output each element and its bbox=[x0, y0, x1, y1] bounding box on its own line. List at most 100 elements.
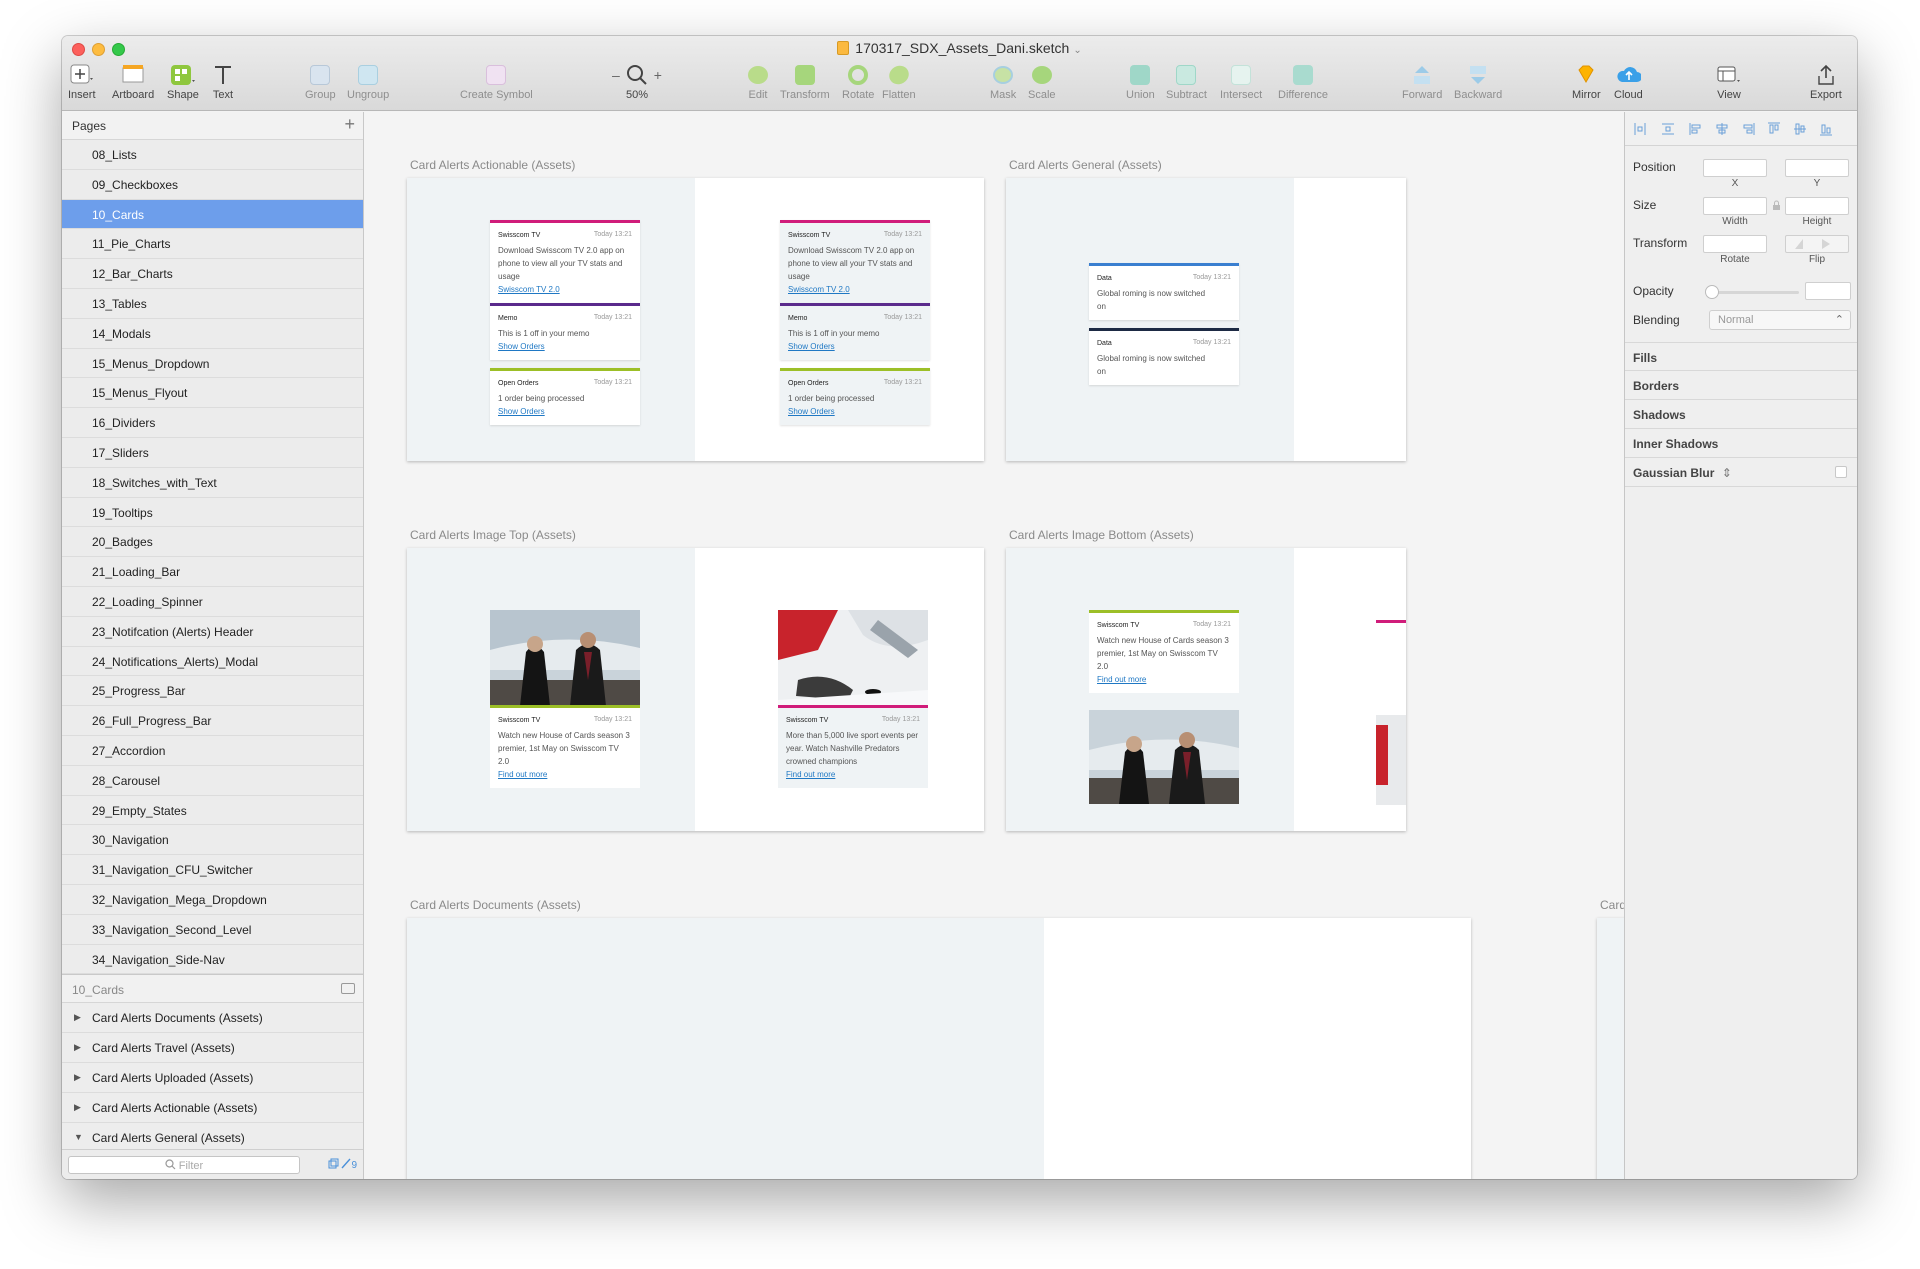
document-title[interactable]: 170317_SDX_Assets_Dani.sketch ⌄ bbox=[62, 40, 1857, 56]
artboard-title-image-bottom[interactable]: Card Alerts Image Bottom (Assets) bbox=[1009, 528, 1194, 542]
card-open-orders-alt[interactable]: Open Orders Today 13:21 1 order being pro… bbox=[780, 368, 930, 425]
card-memo-alt[interactable]: Memo Today 13:21 This is 1 off in your me… bbox=[780, 303, 930, 360]
card-link[interactable]: Show Orders bbox=[788, 405, 922, 418]
stepper-icon[interactable]: ⇕ bbox=[1722, 466, 1732, 480]
card-link[interactable]: Find out more bbox=[786, 768, 920, 781]
page-item[interactable]: 32_Navigation_Mega_Dropdown bbox=[62, 884, 363, 915]
difference-button[interactable]: Difference bbox=[1278, 63, 1328, 101]
disclosure-triangle-icon[interactable]: ▼ bbox=[74, 1132, 83, 1142]
artboard-image-top[interactable]: Swisscom TV Today 13:21 Watch new House o… bbox=[407, 548, 984, 831]
page-item[interactable]: 18_Switches_with_Text bbox=[62, 467, 363, 498]
page-item[interactable]: 11_Pie_Charts bbox=[62, 229, 363, 260]
mirror-button[interactable]: Mirror bbox=[1572, 63, 1601, 101]
card-data-dark[interactable]: Data Today 13:21 Global roming is now swi… bbox=[1089, 328, 1239, 385]
card-house-of-cards[interactable]: Swisscom TV Today 13:21 Watch new House o… bbox=[490, 705, 640, 788]
flatten-button[interactable]: Flatten bbox=[882, 62, 916, 101]
page-item[interactable]: 17_Sliders bbox=[62, 437, 363, 468]
artboard-general[interactable]: Data Today 13:21 Global roming is now swi… bbox=[1006, 178, 1406, 461]
page-item[interactable]: 23_Notifcation (Alerts) Header bbox=[62, 616, 363, 647]
filter-options[interactable]: 9 bbox=[328, 1158, 357, 1171]
disclosure-triangle-icon[interactable]: ▶ bbox=[74, 1072, 81, 1083]
union-button[interactable]: Union bbox=[1126, 63, 1155, 101]
page-item[interactable]: 34_Navigation_Side-Nav bbox=[62, 944, 363, 975]
canvas[interactable]: Card Alerts Actionable (Assets) Swisscom… bbox=[364, 112, 1624, 1179]
distribute-horizontal-icon[interactable] bbox=[1633, 122, 1647, 136]
align-center-icon[interactable] bbox=[1715, 122, 1729, 136]
flip-horizontal-icon[interactable] bbox=[1788, 236, 1818, 252]
insert-button[interactable]: Insert bbox=[68, 63, 96, 101]
page-item[interactable]: 21_Loading_Bar bbox=[62, 557, 363, 587]
card-link[interactable]: Find out more bbox=[498, 768, 632, 781]
page-item[interactable]: 24_Notifications_Alerts)_Modal bbox=[62, 646, 363, 677]
intersect-button[interactable]: Intersect bbox=[1220, 63, 1262, 101]
opacity-slider-handle[interactable] bbox=[1705, 285, 1719, 299]
page-item[interactable]: 29_Empty_States bbox=[62, 795, 363, 826]
artboard-title-documents[interactable]: Card Alerts Documents (Assets) bbox=[410, 898, 581, 912]
layer-item[interactable]: ▼ Card Alerts General (Assets) bbox=[62, 1122, 363, 1153]
blending-select[interactable]: Normal ⌃ bbox=[1709, 310, 1851, 330]
page-item[interactable]: 33_Navigation_Second_Level bbox=[62, 914, 363, 945]
page-item[interactable]: 26_Full_Progress_Bar bbox=[62, 706, 363, 736]
page-item[interactable]: 09_Checkboxes bbox=[62, 169, 363, 200]
flip-vertical-icon[interactable] bbox=[1818, 236, 1848, 252]
ungroup-button[interactable]: Ungroup bbox=[347, 63, 389, 101]
disclosure-triangle-icon[interactable]: ▶ bbox=[74, 1042, 81, 1053]
disclosure-triangle-icon[interactable]: ▶ bbox=[74, 1102, 81, 1113]
page-item[interactable]: 27_Accordion bbox=[62, 735, 363, 766]
page-item[interactable]: 31_Navigation_CFU_Switcher bbox=[62, 855, 363, 885]
fills-section[interactable]: Fills bbox=[1625, 342, 1857, 371]
edit-button[interactable]: Edit bbox=[745, 63, 771, 101]
width-field[interactable] bbox=[1703, 197, 1767, 215]
opacity-field[interactable] bbox=[1805, 282, 1851, 300]
group-button[interactable]: Group bbox=[305, 63, 336, 101]
layer-item[interactable]: ▶ Card Alerts Documents (Assets) bbox=[62, 1003, 363, 1034]
export-button[interactable]: Export bbox=[1810, 63, 1842, 101]
layer-item[interactable]: ▶ Card Alerts Travel (Assets) bbox=[62, 1033, 363, 1063]
card-link[interactable]: Find out more bbox=[1097, 673, 1231, 686]
cloud-button[interactable]: Cloud bbox=[1614, 63, 1643, 101]
layer-item[interactable]: ▶ Card Alerts Actionable (Assets) bbox=[62, 1092, 363, 1123]
artboard-image-bottom[interactable]: Swisscom TV Today 13:21 Watch new House o… bbox=[1006, 548, 1406, 831]
page-item[interactable]: 28_Carousel bbox=[62, 765, 363, 796]
card-swisscom-tv[interactable]: Swisscom TV Today 13:21 Download Swisscom… bbox=[490, 220, 640, 303]
page-item[interactable]: 16_Dividers bbox=[62, 408, 363, 438]
card-link[interactable]: Swisscom TV 2.0 bbox=[788, 283, 922, 296]
opacity-slider-track[interactable] bbox=[1711, 291, 1799, 294]
borders-section[interactable]: Borders bbox=[1625, 371, 1857, 400]
collapse-layers-icon[interactable] bbox=[341, 983, 355, 995]
artboard-documents[interactable] bbox=[407, 918, 1471, 1179]
card-swisscom-tv-alt[interactable]: Swisscom TV Today 13:21 Download Swisscom… bbox=[780, 220, 930, 303]
create-symbol-button[interactable]: Create Symbol bbox=[460, 63, 533, 101]
card-partial-clipped[interactable] bbox=[1376, 620, 1406, 805]
mask-button[interactable]: Mask bbox=[990, 63, 1016, 101]
page-item[interactable]: 20_Badges bbox=[62, 527, 363, 558]
page-item[interactable]: 13_Tables bbox=[62, 288, 363, 319]
card-open-orders[interactable]: Open Orders Today 13:21 1 order being pro… bbox=[490, 368, 640, 425]
x-field[interactable] bbox=[1703, 159, 1767, 177]
layer-item[interactable]: ▶ Card Alerts Uploaded (Assets) bbox=[62, 1062, 363, 1093]
artboard-button[interactable]: Artboard bbox=[112, 63, 154, 101]
page-item[interactable]: 30_Navigation bbox=[62, 825, 363, 856]
filter-input[interactable]: Filter bbox=[68, 1156, 300, 1174]
page-item[interactable]: 22_Loading_Spinner bbox=[62, 586, 363, 617]
zoom-control[interactable]: – + 50% bbox=[607, 63, 667, 101]
backward-button[interactable]: Backward bbox=[1454, 63, 1502, 101]
align-top-icon[interactable] bbox=[1767, 122, 1781, 136]
page-item[interactable]: 12_Bar_Charts bbox=[62, 259, 363, 289]
shape-button[interactable]: Shape bbox=[167, 63, 199, 101]
card-link[interactable]: Show Orders bbox=[498, 405, 632, 418]
inner-shadows-section[interactable]: Inner Shadows bbox=[1625, 429, 1857, 458]
align-right-icon[interactable] bbox=[1741, 122, 1755, 136]
artboard-title-image-top[interactable]: Card Alerts Image Top (Assets) bbox=[410, 528, 576, 542]
forward-button[interactable]: Forward bbox=[1402, 63, 1442, 101]
page-item[interactable]: 10_Cards bbox=[62, 199, 363, 230]
align-left-icon[interactable] bbox=[1689, 122, 1703, 136]
align-middle-icon[interactable] bbox=[1793, 122, 1807, 136]
text-button[interactable]: Text bbox=[210, 63, 236, 101]
lock-icon[interactable] bbox=[1772, 200, 1781, 211]
shadows-section[interactable]: Shadows bbox=[1625, 400, 1857, 429]
artboard-actionable[interactable]: Swisscom TV Today 13:21 Download Swisscom… bbox=[407, 178, 984, 461]
zoom-out-icon[interactable]: – bbox=[612, 67, 620, 83]
flip-buttons[interactable] bbox=[1785, 235, 1849, 253]
card-data[interactable]: Data Today 13:21 Global roming is now swi… bbox=[1089, 263, 1239, 320]
